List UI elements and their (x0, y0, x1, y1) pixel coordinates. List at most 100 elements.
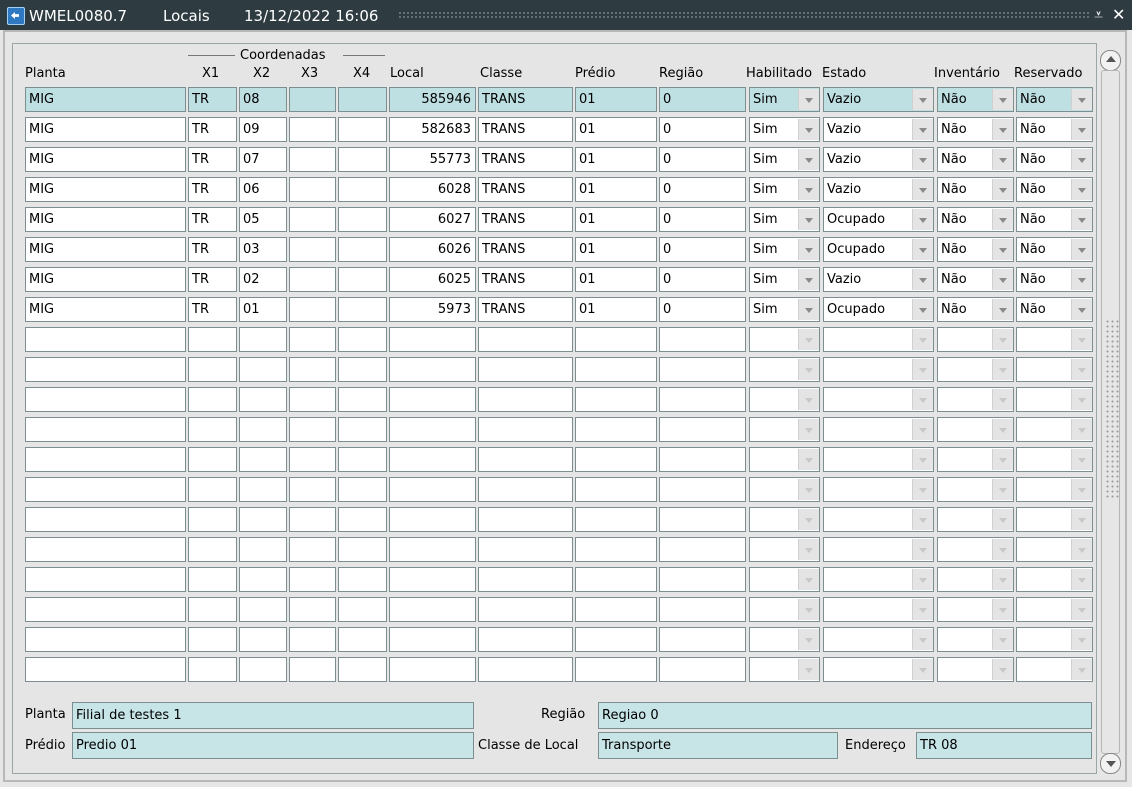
chevron-down-icon[interactable] (992, 629, 1013, 650)
x4-cell[interactable] (338, 207, 387, 232)
planta-cell[interactable]: MIG (25, 87, 186, 112)
predio-cell[interactable]: 01 (575, 177, 657, 202)
chevron-down-icon[interactable] (992, 659, 1013, 680)
classe-cell[interactable]: TRANS (478, 147, 573, 172)
x4-cell[interactable] (338, 627, 387, 652)
regiao-cell[interactable] (659, 327, 746, 352)
estado-select[interactable]: Vazio (823, 267, 934, 292)
predio-cell[interactable] (575, 627, 657, 652)
estado-select[interactable] (823, 627, 934, 652)
classe-cell[interactable] (478, 657, 573, 682)
chevron-down-icon[interactable] (1071, 119, 1092, 140)
planta-cell[interactable]: MIG (25, 237, 186, 262)
chevron-down-icon[interactable] (1071, 299, 1092, 320)
chevron-down-icon[interactable] (798, 89, 819, 110)
estado-select[interactable] (823, 447, 934, 472)
x4-cell[interactable] (338, 477, 387, 502)
chevron-down-icon[interactable] (1071, 539, 1092, 560)
classe-de-local-field[interactable]: Transporte (598, 732, 838, 759)
reservado-select[interactable]: Não (1016, 177, 1093, 202)
regiao-cell[interactable] (659, 447, 746, 472)
x3-cell[interactable] (289, 417, 336, 442)
x4-cell[interactable] (338, 267, 387, 292)
habilitado-select[interactable] (749, 387, 820, 412)
local-cell[interactable] (389, 627, 476, 652)
planta-cell[interactable] (25, 567, 186, 592)
chevron-down-icon[interactable] (798, 269, 819, 290)
chevron-down-icon[interactable] (1071, 479, 1092, 500)
x2-cell[interactable]: 05 (239, 207, 287, 232)
x1-cell[interactable] (188, 447, 237, 472)
regiao-cell[interactable]: 0 (659, 207, 746, 232)
x4-cell[interactable] (338, 657, 387, 682)
classe-cell[interactable] (478, 477, 573, 502)
chevron-down-icon[interactable] (912, 539, 933, 560)
predio-cell[interactable]: 01 (575, 87, 657, 112)
habilitado-select[interactable] (749, 477, 820, 502)
chevron-down-icon[interactable] (798, 449, 819, 470)
local-cell[interactable]: 55773 (389, 147, 476, 172)
predio-field[interactable]: Predio 01 (72, 732, 474, 759)
planta-cell[interactable] (25, 537, 186, 562)
x1-cell[interactable]: TR (188, 237, 237, 262)
x1-cell[interactable]: TR (188, 87, 237, 112)
estado-select[interactable]: Ocupado (823, 237, 934, 262)
inventario-select[interactable]: Não (937, 207, 1014, 232)
reservado-select[interactable] (1016, 477, 1093, 502)
regiao-cell[interactable]: 0 (659, 177, 746, 202)
predio-cell[interactable]: 01 (575, 267, 657, 292)
planta-cell[interactable] (25, 627, 186, 652)
estado-select[interactable] (823, 477, 934, 502)
chevron-down-icon[interactable] (912, 599, 933, 620)
chevron-down-icon[interactable] (912, 119, 933, 140)
local-cell[interactable]: 585946 (389, 87, 476, 112)
chevron-down-icon[interactable] (912, 269, 933, 290)
x4-cell[interactable] (338, 507, 387, 532)
planta-cell[interactable]: MIG (25, 177, 186, 202)
predio-cell[interactable] (575, 567, 657, 592)
scroll-down-icon[interactable] (1100, 753, 1121, 774)
predio-cell[interactable] (575, 387, 657, 412)
regiao-cell[interactable]: 0 (659, 297, 746, 322)
habilitado-select[interactable] (749, 657, 820, 682)
regiao-cell[interactable] (659, 597, 746, 622)
classe-cell[interactable]: TRANS (478, 117, 573, 142)
predio-cell[interactable]: 01 (575, 207, 657, 232)
x3-cell[interactable] (289, 537, 336, 562)
chevron-down-icon[interactable] (912, 299, 933, 320)
chevron-down-icon[interactable] (1071, 569, 1092, 590)
x3-cell[interactable] (289, 477, 336, 502)
predio-cell[interactable] (575, 327, 657, 352)
predio-cell[interactable]: 01 (575, 117, 657, 142)
predio-cell[interactable] (575, 507, 657, 532)
local-cell[interactable]: 6025 (389, 267, 476, 292)
x2-cell[interactable]: 09 (239, 117, 287, 142)
chevron-down-icon[interactable] (912, 389, 933, 410)
x3-cell[interactable] (289, 177, 336, 202)
x4-cell[interactable] (338, 417, 387, 442)
x2-cell[interactable] (239, 477, 287, 502)
habilitado-select[interactable]: Sim (749, 237, 820, 262)
chevron-down-icon[interactable] (992, 329, 1013, 350)
local-cell[interactable]: 582683 (389, 117, 476, 142)
x1-cell[interactable]: TR (188, 267, 237, 292)
reservado-select[interactable] (1016, 507, 1093, 532)
regiao-cell[interactable]: 0 (659, 117, 746, 142)
chevron-down-icon[interactable] (992, 179, 1013, 200)
inventario-select[interactable]: Não (937, 117, 1014, 142)
chevron-down-icon[interactable] (912, 179, 933, 200)
chevron-down-icon[interactable] (1071, 149, 1092, 170)
x1-cell[interactable]: TR (188, 177, 237, 202)
planta-cell[interactable]: MIG (25, 297, 186, 322)
reservado-select[interactable] (1016, 417, 1093, 442)
inventario-select[interactable]: Não (937, 87, 1014, 112)
planta-cell[interactable]: MIG (25, 147, 186, 172)
chevron-down-icon[interactable] (798, 599, 819, 620)
chevron-down-icon[interactable] (798, 119, 819, 140)
planta-cell[interactable]: MIG (25, 207, 186, 232)
chevron-down-icon[interactable] (912, 329, 933, 350)
estado-select[interactable]: Ocupado (823, 207, 934, 232)
planta-cell[interactable] (25, 507, 186, 532)
chevron-down-icon[interactable] (992, 479, 1013, 500)
chevron-down-icon[interactable] (798, 419, 819, 440)
